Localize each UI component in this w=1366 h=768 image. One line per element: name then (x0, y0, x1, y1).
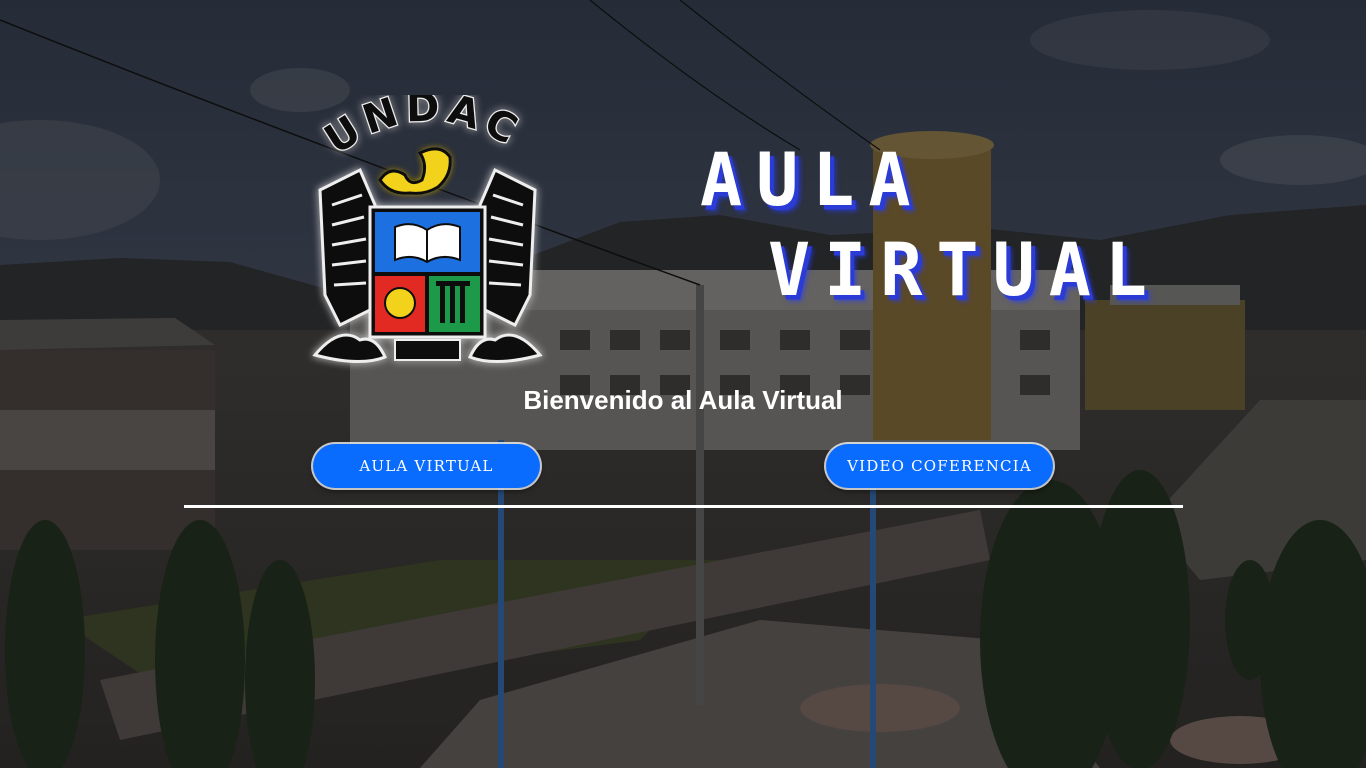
title-line-1: AULA (700, 136, 925, 224)
background-overlay (0, 0, 1366, 768)
title-line-2: VIRTUAL (768, 226, 1162, 314)
video-conferencia-button[interactable]: VIDEO COFERENCIA (826, 444, 1053, 488)
aula-virtual-button[interactable]: AULA VIRTUAL (313, 444, 540, 488)
undac-logo: UNDAC (312, 95, 543, 364)
divider (184, 505, 1183, 508)
welcome-message: Bienvenido al Aula Virtual (523, 385, 843, 415)
